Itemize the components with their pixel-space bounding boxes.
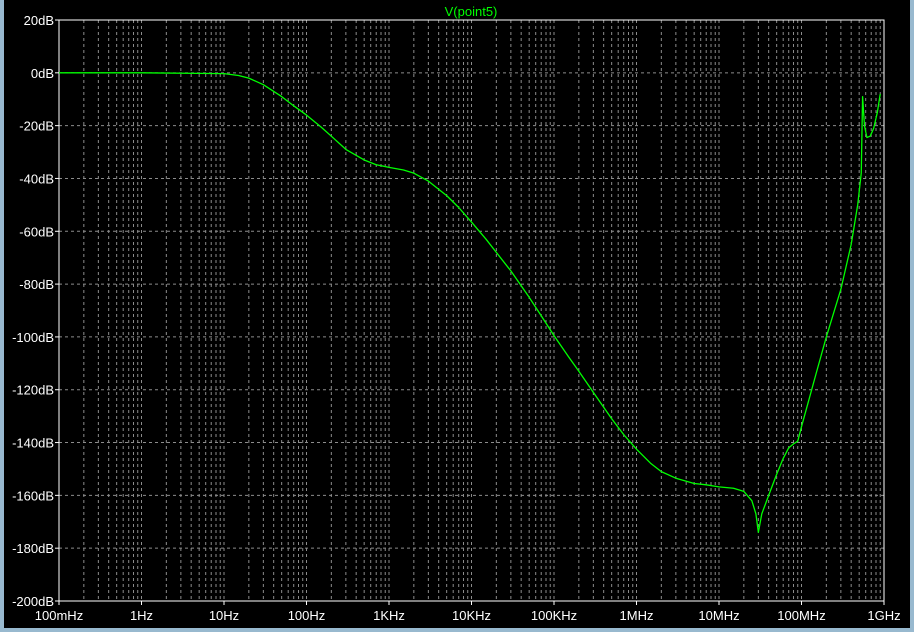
y-tick-label: -200dB — [12, 594, 54, 609]
trace-label-vpoint5[interactable]: V(point5) — [445, 4, 498, 19]
plot-grid — [58, 19, 885, 602]
x-tick-label: 1GHz — [867, 608, 900, 623]
x-tick-label: 1MHz — [620, 608, 654, 623]
y-tick-label: -60dB — [19, 224, 54, 239]
y-tick-label: -120dB — [12, 383, 54, 398]
y-tick-label: -160dB — [12, 488, 54, 503]
bode-plot[interactable]: V(point5) 100mHz 1Hz 10Hz 100Hz 1KHz 10KHz 100… — [4, 0, 910, 628]
y-tick-label: 0dB — [31, 66, 54, 81]
y-tick-label: 20dB — [24, 13, 54, 28]
y-tick-label: -80dB — [19, 277, 54, 292]
x-tick-label: 1Hz — [130, 608, 153, 623]
y-tick-label: -140dB — [12, 436, 54, 451]
x-tick-label: 1KHz — [373, 608, 405, 623]
x-tick-label: 100mHz — [35, 608, 83, 623]
y-tick-label: -40dB — [19, 171, 54, 186]
y-tick-label: -100dB — [12, 330, 54, 345]
axis-ticks: 100mHz 1Hz 10Hz 100Hz 1KHz 10KHz 100KHz 1MHz 10M… — [12, 13, 901, 623]
x-tick-label: 10KHz — [452, 608, 491, 623]
x-tick-label: 100Hz — [288, 608, 326, 623]
y-tick-label: -20dB — [19, 119, 54, 134]
y-tick-label: -180dB — [12, 541, 54, 556]
waveform-viewer: V(point5) 100mHz 1Hz 10Hz 100Hz 1KHz 10KHz 100… — [0, 0, 914, 632]
series-line-vpoint5[interactable] — [59, 72, 881, 533]
trace-layer — [59, 72, 881, 533]
x-tick-label: 100KHz — [531, 608, 577, 623]
x-tick-label: 100MHz — [777, 608, 825, 623]
x-tick-label: 10MHz — [698, 608, 739, 623]
x-tick-label: 10Hz — [209, 608, 239, 623]
